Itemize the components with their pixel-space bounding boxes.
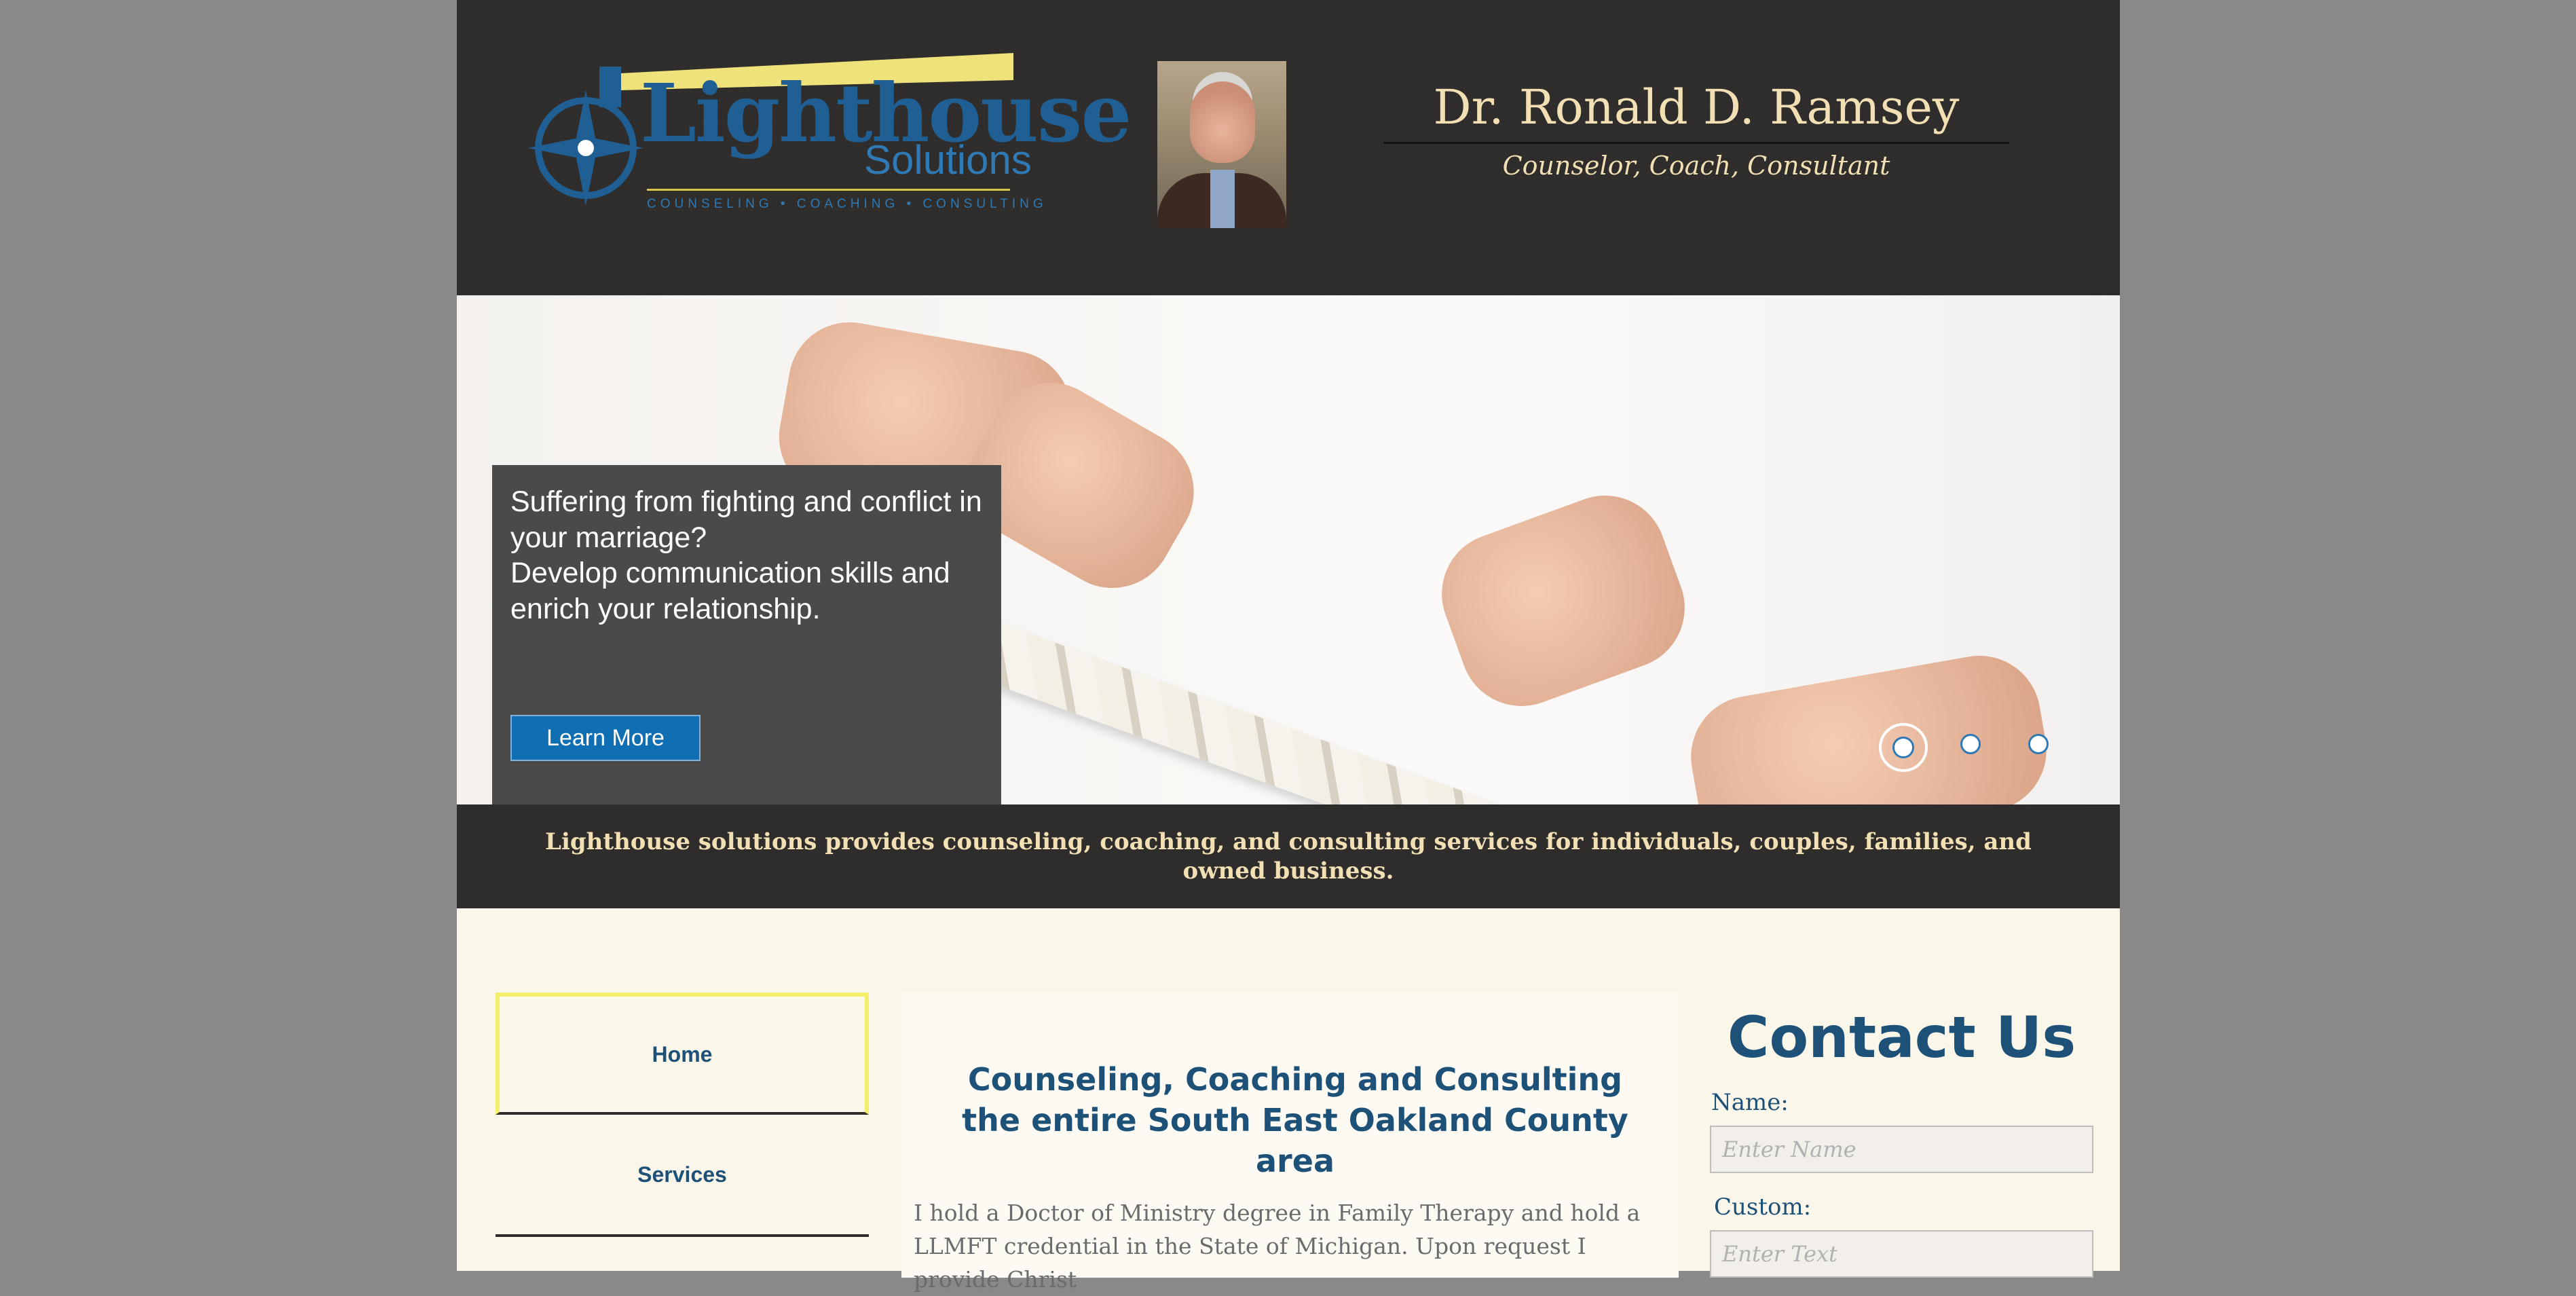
side-nav: Home Services <box>496 993 869 1237</box>
portrait-shirt <box>1210 170 1235 228</box>
main-paragraph: I hold a Doctor of Ministry degree in Fa… <box>914 1200 1641 1293</box>
site-header: Lighthouse Solutions COUNSELING • COACHI… <box>457 0 2120 295</box>
nav-item-home[interactable]: Home <box>496 993 869 1115</box>
hero-hand <box>1681 646 2057 804</box>
name-block: Dr. Ronald D. Ramsey Counselor, Coach, C… <box>1383 81 2009 181</box>
logo-tagline: COUNSELING • COACHING • CONSULTING <box>647 197 1047 211</box>
slider-dot-3[interactable] <box>2028 734 2049 754</box>
tagline-band: Lighthouse solutions provides counseling… <box>457 804 2120 908</box>
lighthouse-logo[interactable]: Lighthouse Solutions COUNSELING • COACHI… <box>518 53 1132 223</box>
main-heading: Counseling, Coaching and Consulting the … <box>962 1061 1628 1179</box>
contact-title: Contact Us <box>1727 1004 2076 1071</box>
hero-hand <box>1424 478 1702 724</box>
doctor-name: Dr. Ronald D. Ramsey <box>1433 79 1960 135</box>
custom-label: Custom: <box>1714 1193 1812 1221</box>
hero-headline: Suffering from fighting and conflict in … <box>510 485 982 554</box>
portrait-face <box>1190 81 1255 163</box>
logo-subword: Solutions <box>864 137 1032 183</box>
name-divider <box>1383 142 2009 144</box>
name-input[interactable]: Enter Name <box>1710 1126 2093 1173</box>
hero-slider: Suffering from fighting and conflict in … <box>457 295 2120 804</box>
logo-rule <box>647 189 1010 191</box>
tagline-text: Lighthouse solutions provides counseling… <box>545 828 2032 885</box>
slider-dot-1[interactable] <box>1879 723 1928 772</box>
main-content: Counseling, Coaching and Consulting the … <box>901 993 1679 1293</box>
name-label: Name: <box>1711 1089 1789 1116</box>
contact-form: Contact Us Name: Enter Name Custom: Ente… <box>1710 993 2093 1278</box>
slider-dot-2[interactable] <box>1960 734 1981 754</box>
page: Lighthouse Solutions COUNSELING • COACHI… <box>457 0 2120 1293</box>
doctor-title: Counselor, Coach, Consultant <box>1502 151 1890 181</box>
hero-subline: Develop communication skills and enrich … <box>510 557 950 625</box>
doctor-portrait <box>1157 61 1286 228</box>
learn-more-button[interactable]: Learn More <box>510 715 701 761</box>
nav-item-services[interactable]: Services <box>496 1115 869 1237</box>
hero-caption-box: Suffering from fighting and conflict in … <box>492 465 1001 804</box>
